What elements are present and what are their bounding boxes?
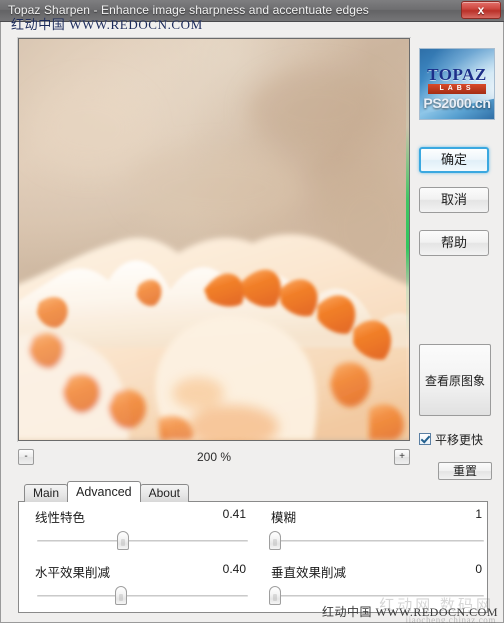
topaz-sharpen-window: Topaz Sharpen - Enhance image sharpness … xyxy=(0,0,504,623)
slider-thumb[interactable] xyxy=(269,586,282,605)
slider-label: 垂直效果削减 xyxy=(271,566,347,580)
tab-main[interactable]: Main xyxy=(24,484,69,502)
slider-track xyxy=(37,595,248,597)
faster-pan-label: 平移更快 xyxy=(435,432,484,447)
logo-labs-text: LABS xyxy=(428,84,486,94)
slider-value: 1 xyxy=(475,507,482,521)
close-button[interactable]: x xyxy=(461,1,501,19)
image-preview[interactable] xyxy=(18,38,410,441)
tab-advanced[interactable]: Advanced xyxy=(67,481,141,502)
tab-about[interactable]: About xyxy=(139,484,189,502)
slider-track-wrap[interactable] xyxy=(35,531,250,551)
topaz-labs-logo: TOPAZ LABS PS2000.cn xyxy=(419,48,495,120)
logo-ps2000-text: PS2000.cn xyxy=(423,95,491,111)
slider-label: 线性特色 xyxy=(35,511,86,525)
zoom-level-value: 200 % xyxy=(196,450,232,464)
slider-label: 模糊 xyxy=(271,511,297,525)
slider-thumb[interactable] xyxy=(117,531,130,550)
ok-button[interactable]: 确定 xyxy=(419,147,489,173)
slider-value: 0 xyxy=(475,562,482,576)
zoom-in-button[interactable]: + xyxy=(394,449,410,465)
cancel-button[interactable]: 取消 xyxy=(419,187,489,213)
slider-track xyxy=(273,540,484,542)
slider-track xyxy=(37,540,248,542)
slider-track-wrap[interactable] xyxy=(35,586,250,606)
slider-label: 水平效果削减 xyxy=(35,566,111,580)
help-button[interactable]: 帮助 xyxy=(419,230,489,256)
preview-image xyxy=(19,39,409,440)
watermark-top: 红动中国 WWW.REDOCN.COM xyxy=(11,17,203,32)
faster-pan-checkbox-row[interactable]: 平移更快 xyxy=(419,431,483,447)
view-original-button[interactable]: 查看原图象 xyxy=(419,344,491,416)
slider-thumb[interactable] xyxy=(115,586,127,605)
zoom-bar: - 200 % + xyxy=(18,449,410,469)
tab-bar: Main Advanced About xyxy=(24,481,189,502)
reset-button[interactable]: 重置 xyxy=(438,462,492,480)
slider-track-wrap[interactable] xyxy=(269,531,486,551)
window-body: - 200 % + TOPAZ LABS PS2000.cn 确定 取消 帮助 … xyxy=(0,22,504,623)
slider-value: 0.40 xyxy=(222,562,246,576)
slider-linear-feature: 线性特色 0.41 xyxy=(35,507,250,553)
logo-topaz-text: TOPAZ xyxy=(427,65,487,84)
slider-thumb[interactable] xyxy=(269,531,282,550)
slider-horizontal-effect-reduction: 水平效果削减 0.40 xyxy=(35,562,250,608)
watermark-bottom: 红动中国 WWW.REDOCN.COM xyxy=(321,605,498,619)
faster-pan-checkbox[interactable] xyxy=(419,433,431,445)
slider-value: 0.41 xyxy=(222,507,246,521)
slider-blur: 模糊 1 xyxy=(269,507,486,553)
